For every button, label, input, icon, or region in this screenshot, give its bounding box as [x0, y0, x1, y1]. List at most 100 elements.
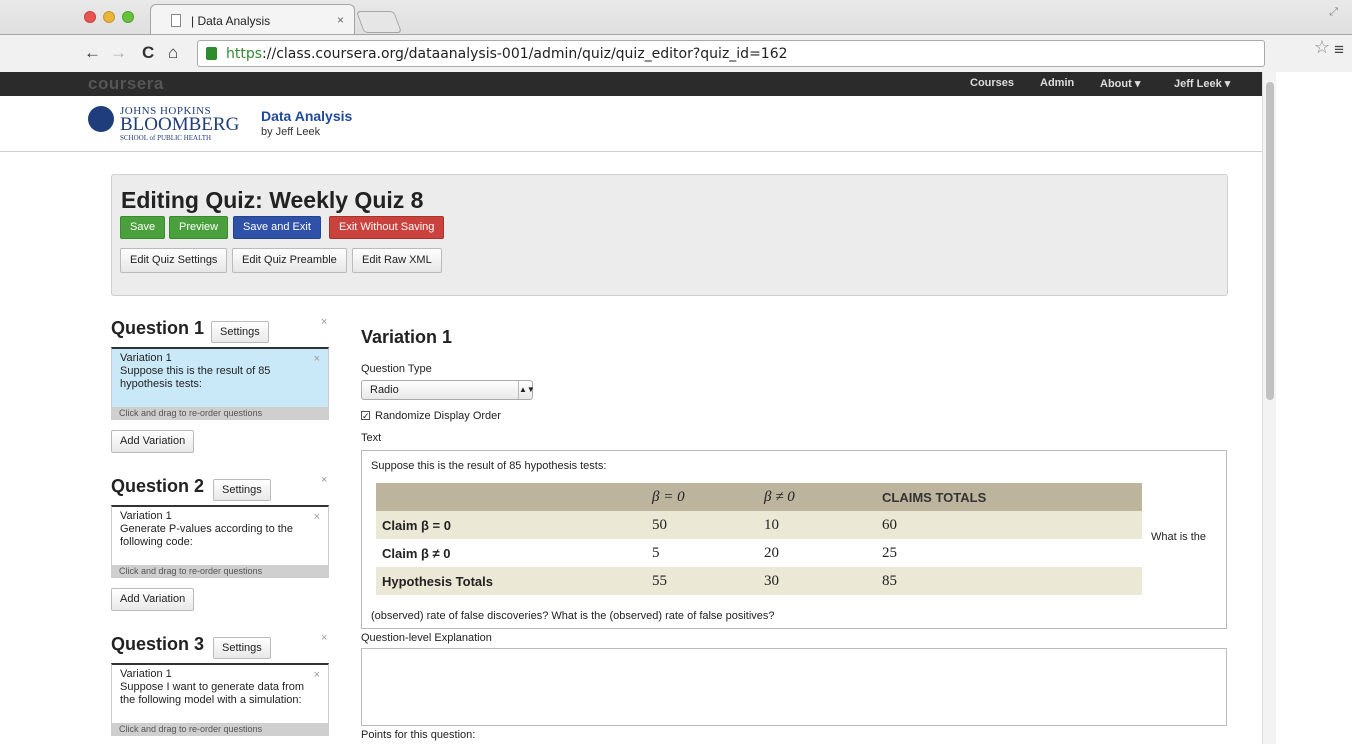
home-icon[interactable]: ⌂	[168, 43, 178, 63]
points-label: Points for this question:	[361, 729, 476, 741]
table-cell: 20	[764, 544, 779, 561]
question-1-title: Question 1	[111, 318, 205, 338]
table-row-label: Claim β = 0	[382, 517, 451, 533]
question-text-intro: Suppose this is the result of 85 hypothe…	[371, 460, 607, 472]
table-row-label: Hypothesis Totals	[382, 573, 494, 589]
page-scrollbar[interactable]	[1262, 72, 1276, 744]
question-text-editor[interactable]: Suppose this is the result of 85 hypothe…	[361, 450, 1227, 629]
drag-handle[interactable]: Click and drag to re-order questions	[111, 565, 329, 578]
page-title: Editing Quiz: Weekly Quiz 8	[121, 187, 424, 213]
nav-about[interactable]: About ▾	[1100, 77, 1140, 90]
minimize-window-button[interactable]	[103, 11, 115, 23]
drag-handle[interactable]: Click and drag to re-order questions	[111, 723, 329, 736]
back-icon[interactable]: ←	[84, 43, 101, 63]
table-header-cell: β = 0	[652, 488, 685, 505]
question-2-variation-1[interactable]: Variation 1 Generate P-values according …	[111, 505, 329, 565]
question-2-settings-button[interactable]: Settings	[213, 479, 271, 501]
bookmark-star-icon[interactable]: ☆	[1314, 37, 1330, 58]
school-name-line3: SCHOOL of PUBLIC HEALTH	[120, 134, 212, 142]
question-3-title: Question 3	[111, 634, 205, 654]
table-cell: 60	[882, 516, 897, 533]
question-text-outro: (observed) rate of false discoveries? Wh…	[371, 610, 775, 622]
edit-quiz-settings-button[interactable]: Edit Quiz Settings	[120, 248, 228, 273]
question-type-label: Question Type	[361, 363, 432, 375]
browser-toolbar: ← → C ⌂ https://class.coursera.org/dataa…	[0, 34, 1352, 72]
save-button[interactable]: Save	[120, 216, 166, 239]
browser-menu-icon[interactable]: ≡	[1334, 40, 1344, 60]
jhu-seal-logo	[88, 106, 114, 132]
checkbox-checked-icon[interactable]: ✓	[361, 411, 370, 421]
nav-courses[interactable]: Courses	[970, 77, 1014, 89]
table-cell: 50	[652, 516, 667, 533]
browser-chrome: | Data Analysis × ⤢ ← → C ⌂ https://clas…	[0, 0, 1352, 72]
question-2-delete-icon[interactable]: ×	[321, 474, 327, 486]
edit-quiz-preamble-button[interactable]: Edit Quiz Preamble	[232, 248, 347, 273]
question-3-variation-1[interactable]: Variation 1 Suppose I want to generate d…	[111, 663, 329, 723]
variation-delete-icon[interactable]: ×	[314, 353, 320, 366]
select-arrows-icon: ▲▼	[518, 381, 535, 399]
table-cell: 10	[764, 516, 779, 533]
save-and-exit-button[interactable]: Save and Exit	[233, 216, 321, 239]
table-row: Claim β ≠ 0 5 20 25	[376, 539, 1142, 567]
site-navbar: coursera Courses Admin About ▾ Jeff Leek…	[0, 72, 1262, 96]
course-instructor: by Jeff Leek	[261, 126, 321, 138]
hypothesis-table: β = 0 β ≠ 0 CLAIMS TOTALS Claim β = 0 50…	[376, 483, 1142, 595]
course-title[interactable]: Data Analysis	[261, 108, 352, 124]
variation-title: Variation 1	[120, 352, 172, 364]
variation-title: Variation 1	[120, 668, 172, 680]
variation-delete-icon[interactable]: ×	[314, 669, 320, 682]
question-3-delete-icon[interactable]: ×	[321, 632, 327, 644]
question-text-what: What is the	[1151, 531, 1207, 543]
fullscreen-icon[interactable]: ⤢	[1329, 6, 1338, 19]
question-1-add-variation-button[interactable]: Add Variation	[111, 430, 195, 453]
new-tab-button[interactable]	[355, 11, 403, 33]
zoom-window-button[interactable]	[122, 11, 134, 23]
question-2-add-variation-button[interactable]: Add Variation	[111, 588, 195, 611]
forward-icon[interactable]: →	[110, 43, 127, 63]
table-cell: 30	[764, 572, 779, 589]
variation-text: Suppose this is the result of 85 hypothe…	[120, 365, 271, 390]
coursera-logo[interactable]: coursera	[88, 74, 164, 94]
edit-raw-xml-button[interactable]: Edit Raw XML	[352, 248, 442, 273]
preview-button[interactable]: Preview	[169, 216, 229, 239]
question-1-variation-1[interactable]: Variation 1 Suppose this is the result o…	[111, 347, 329, 407]
question-3-settings-button[interactable]: Settings	[213, 637, 271, 659]
variation-heading: Variation 1	[361, 327, 453, 347]
question-2-title: Question 2	[111, 476, 205, 496]
randomize-checkbox[interactable]: ✓ Randomize Display Order	[361, 410, 501, 422]
browser-tab[interactable]: | Data Analysis ×	[150, 4, 355, 34]
table-cell: 5	[652, 544, 660, 561]
table-cell: 25	[882, 544, 897, 561]
table-cell: 55	[652, 572, 667, 589]
tab-title: | Data Analysis	[191, 14, 271, 28]
address-bar[interactable]: https://class.coursera.org/dataanalysis-…	[197, 40, 1265, 67]
quiz-editor-panel: Editing Quiz: Weekly Quiz 8 Save Preview…	[111, 174, 1228, 296]
explanation-label: Question-level Explanation	[361, 632, 492, 644]
variation-title: Variation 1	[120, 510, 172, 522]
lock-icon	[206, 47, 217, 60]
question-type-value: Radio	[370, 384, 399, 396]
table-cell: 85	[882, 572, 897, 589]
nav-admin[interactable]: Admin	[1040, 77, 1074, 89]
close-window-button[interactable]	[84, 11, 96, 23]
text-label: Text	[361, 432, 382, 444]
url-path: ://class.coursera.org/dataanalysis-001/a…	[262, 46, 788, 62]
nav-user[interactable]: Jeff Leek ▾	[1174, 77, 1230, 90]
variation-text: Generate P-values according to the follo…	[120, 523, 294, 548]
randomize-label: Randomize Display Order	[375, 410, 501, 422]
explanation-editor[interactable]	[361, 648, 1227, 726]
reload-icon[interactable]: C	[142, 43, 154, 63]
drag-handle[interactable]: Click and drag to re-order questions	[111, 407, 329, 420]
table-header-row: β = 0 β ≠ 0 CLAIMS TOTALS	[376, 483, 1142, 511]
table-header-cell	[376, 483, 646, 511]
table-row: Hypothesis Totals 55 30 85	[376, 567, 1142, 595]
table-row-label: Claim β ≠ 0	[382, 545, 451, 561]
tab-close-icon[interactable]: ×	[337, 13, 344, 27]
scrollbar-thumb[interactable]	[1266, 82, 1274, 400]
variation-delete-icon[interactable]: ×	[314, 511, 320, 524]
question-1-settings-button[interactable]: Settings	[211, 321, 269, 343]
question-type-select[interactable]: Radio ▲▼	[361, 380, 535, 400]
exit-without-saving-button[interactable]: Exit Without Saving	[329, 216, 445, 239]
question-1-delete-icon[interactable]: ×	[321, 316, 327, 328]
school-name-line2: BLOOMBERG	[120, 114, 240, 135]
